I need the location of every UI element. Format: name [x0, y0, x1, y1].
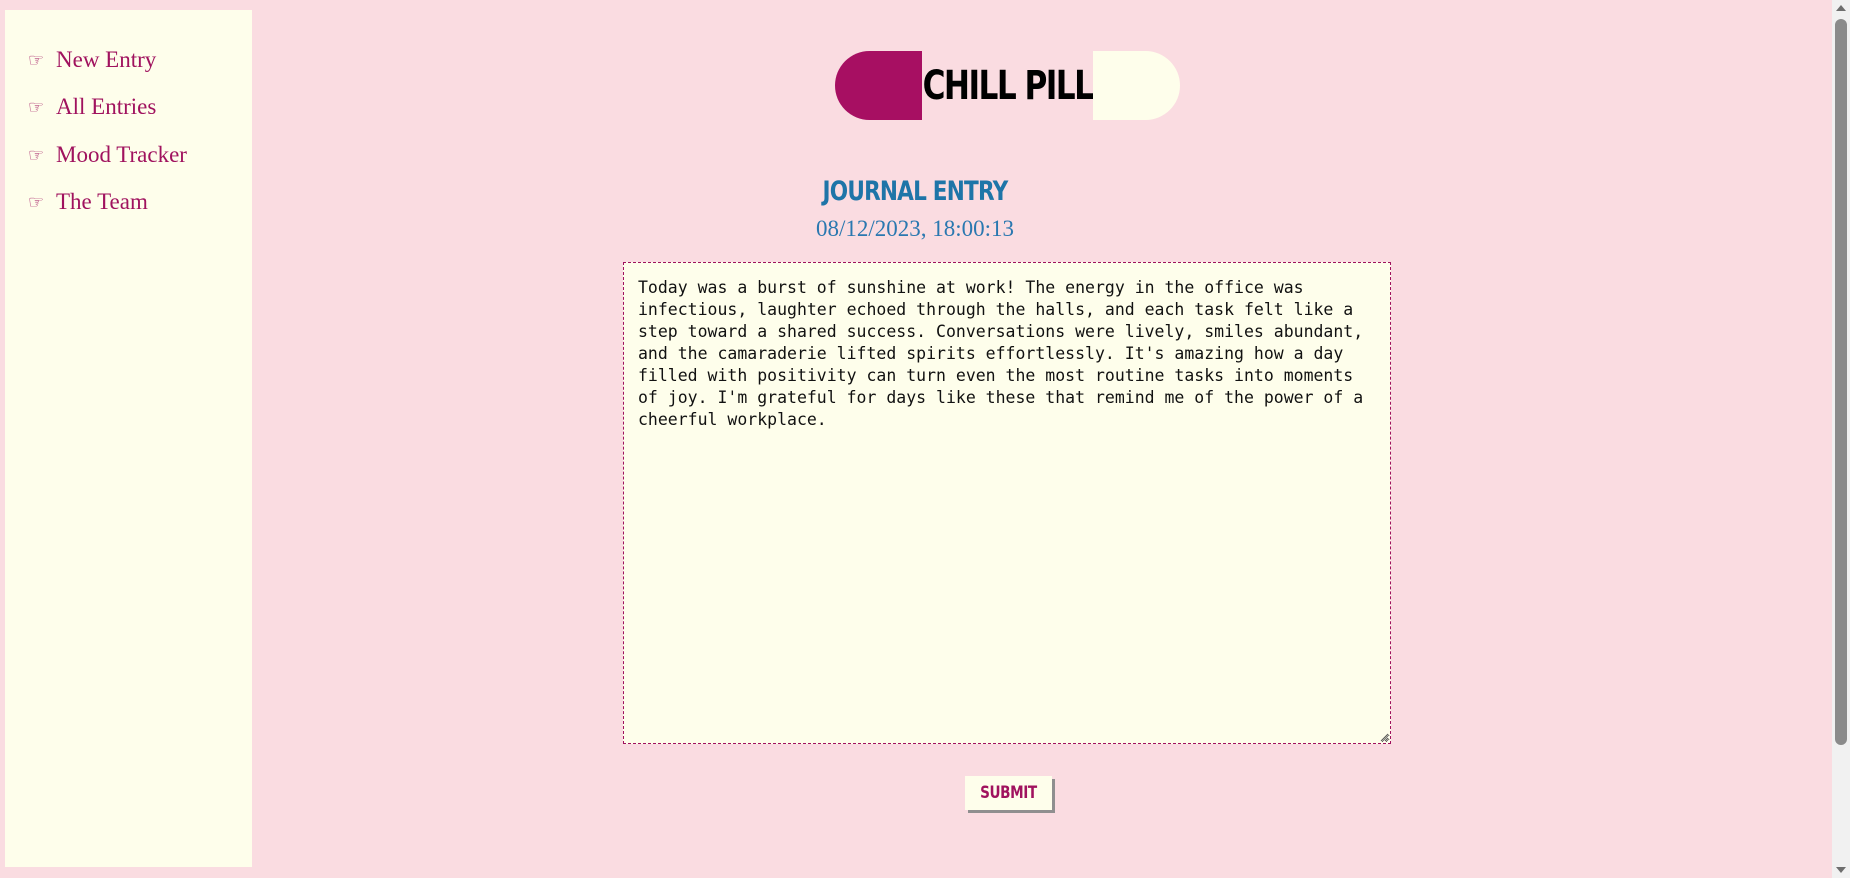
pill-left-cap	[835, 51, 922, 120]
chill-pill-logo: CHILL PILL	[835, 51, 1180, 120]
scroll-down-arrow-icon[interactable]	[1836, 867, 1846, 873]
scroll-thumb[interactable]	[1835, 19, 1847, 745]
entry-timestamp: 08/12/2023, 18:00:13	[815, 216, 1015, 241]
sidebar-item-label: All Entries	[56, 94, 157, 119]
submit-button-label: SUBMIT	[980, 783, 1037, 803]
vertical-scrollbar[interactable]	[1832, 0, 1850, 878]
sidebar-item-label: Mood Tracker	[56, 142, 187, 167]
pointing-hand-icon: ☞	[28, 96, 45, 118]
journal-entry-textarea[interactable]: Today was a burst of sunshine at work! T…	[623, 262, 1391, 744]
pill-right-cap	[1093, 51, 1180, 120]
sidebar: ☞ New Entry ☞ All Entries ☞ Mood Tracker…	[5, 10, 252, 867]
submit-button[interactable]: SUBMIT	[965, 776, 1052, 810]
sidebar-item-new-entry[interactable]: ☞ New Entry	[28, 40, 156, 80]
sidebar-item-label: The Team	[56, 189, 148, 214]
sidebar-item-mood-tracker[interactable]: ☞ Mood Tracker	[28, 135, 187, 175]
sidebar-item-label: New Entry	[56, 47, 157, 72]
pointing-hand-icon: ☞	[28, 49, 45, 71]
sidebar-item-all-entries[interactable]: ☞ All Entries	[28, 87, 156, 127]
page-title: JOURNAL ENTRY	[822, 176, 1009, 207]
pointing-hand-icon: ☞	[28, 191, 45, 213]
pointing-hand-icon: ☞	[28, 144, 45, 166]
scroll-up-arrow-icon[interactable]	[1836, 5, 1846, 11]
logo-text: CHILL PILL	[922, 62, 1094, 109]
